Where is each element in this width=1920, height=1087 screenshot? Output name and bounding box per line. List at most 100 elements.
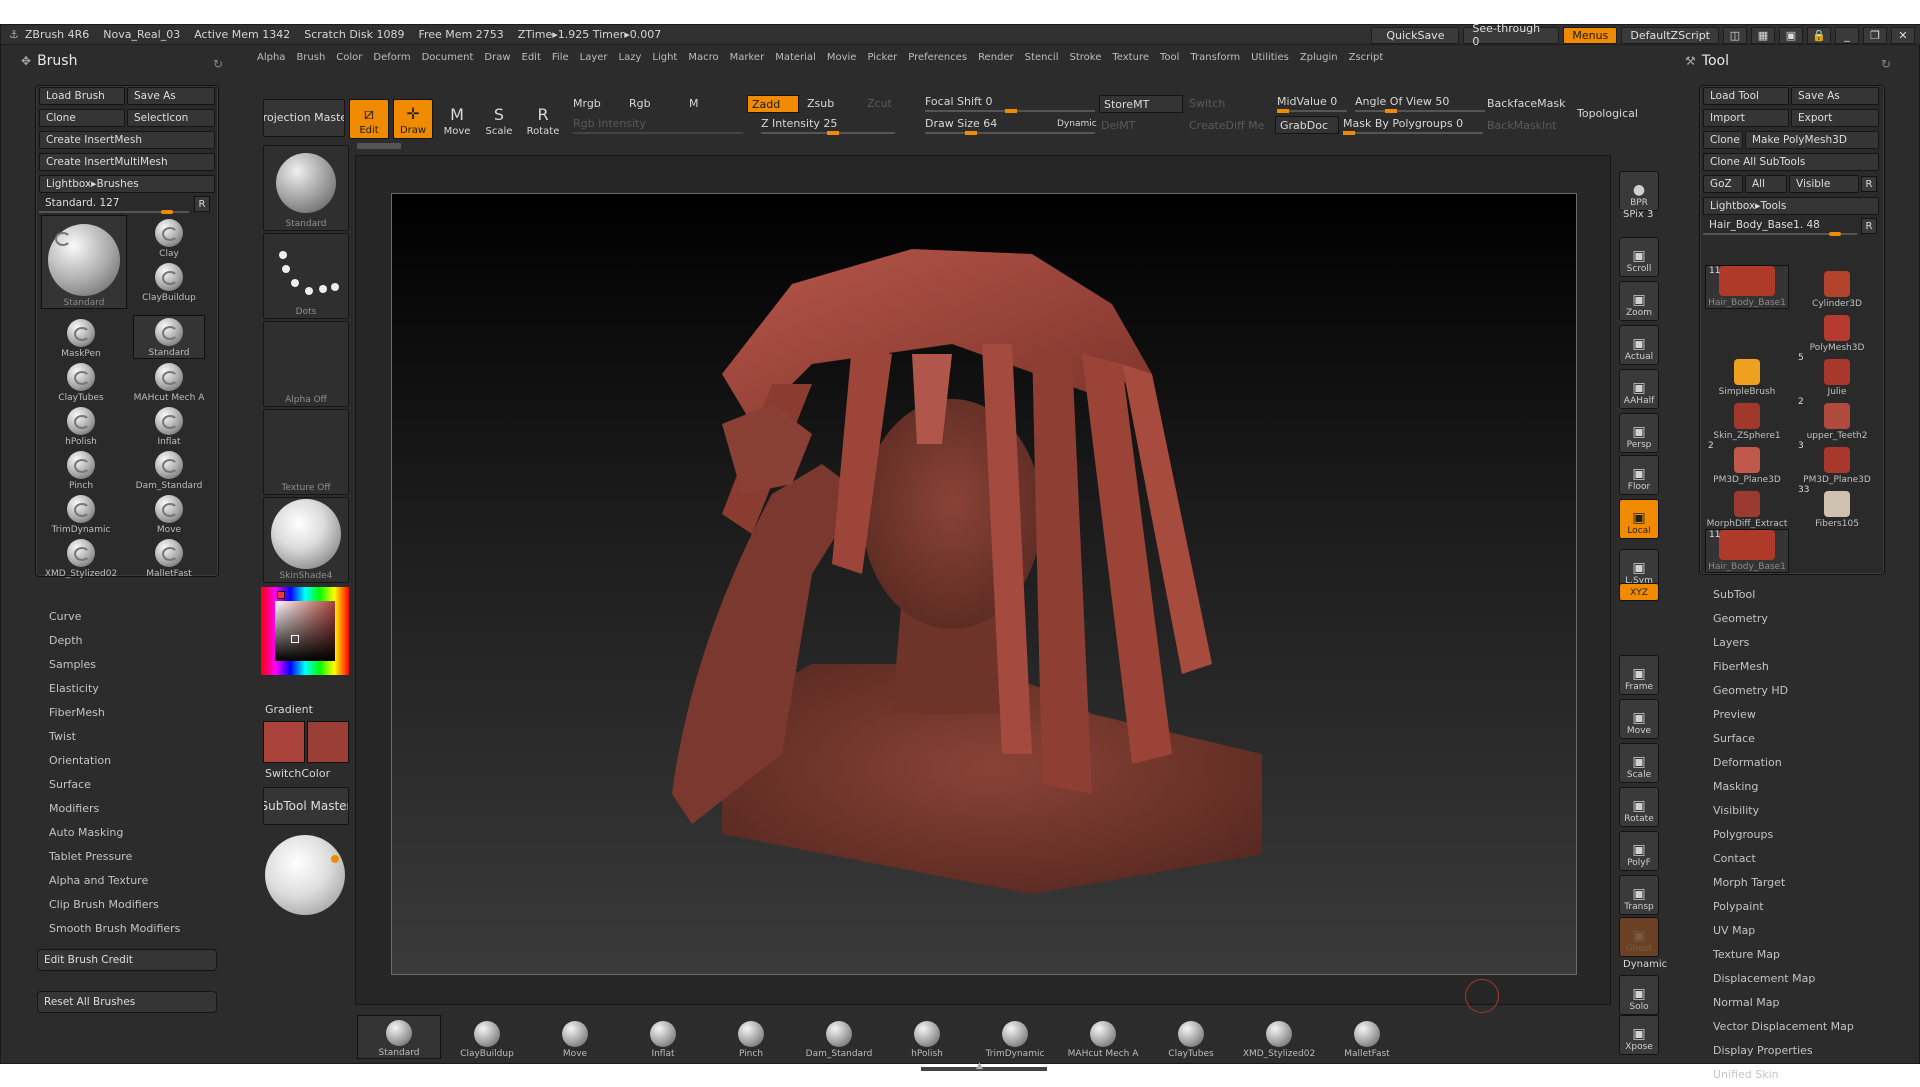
backmaskint-slider[interactable]: BackMaskInt xyxy=(1487,119,1557,132)
see-through-slider[interactable]: See-through 0 xyxy=(1463,22,1560,48)
menu-tool[interactable]: Tool xyxy=(1160,52,1179,63)
stroke-tile[interactable]: Dots xyxy=(263,233,349,319)
tool-tray-icon[interactable]: ⚒ xyxy=(1685,54,1696,68)
nav-transp-button[interactable]: ▣ Transp xyxy=(1619,875,1659,915)
topological-button[interactable]: Topological xyxy=(1577,107,1638,120)
tool-submenu-surface[interactable]: Surface xyxy=(1713,727,1854,751)
brush-item[interactable]: MAHcut Mech A xyxy=(133,359,205,403)
tool-item[interactable]: 3 PM3D_Plane3D xyxy=(1795,441,1879,485)
brush-refresh-icon[interactable]: ↻ xyxy=(213,57,223,71)
visible-button[interactable]: Visible xyxy=(1789,175,1859,193)
brush-item[interactable]: XMD_Stylized02 xyxy=(45,535,117,579)
nav-bpr-button[interactable]: ● BPR xyxy=(1619,171,1659,211)
tool-submenu-unified-skin[interactable]: Unified Skin xyxy=(1713,1063,1854,1087)
storemt-button[interactable]: StoreMT xyxy=(1099,95,1183,113)
menu-preferences[interactable]: Preferences xyxy=(908,52,967,63)
tool-item[interactable]: PolyMesh3D xyxy=(1795,309,1879,353)
tool-submenu-layers[interactable]: Layers xyxy=(1713,631,1854,655)
nav-actual-button[interactable]: ▣ Actual xyxy=(1619,325,1659,365)
mask-by-polygroups-knob[interactable] xyxy=(1343,131,1355,135)
lightbox-tools-button[interactable]: Lightbox▸Tools xyxy=(1703,197,1879,215)
switch-button[interactable]: Switch xyxy=(1189,97,1225,110)
menu-texture[interactable]: Texture xyxy=(1112,52,1149,63)
light-position-icon[interactable] xyxy=(331,855,339,863)
shelf-brush-item[interactable]: XMD_Stylized02 xyxy=(1237,1015,1321,1059)
material-preview-sphere[interactable] xyxy=(265,835,345,915)
menu-movie[interactable]: Movie xyxy=(827,52,857,63)
menu-render[interactable]: Render xyxy=(978,52,1014,63)
projection-master-button[interactable]: Projection Master xyxy=(263,99,345,137)
zsub-button[interactable]: Zsub xyxy=(807,97,834,110)
brush-submenu-modifiers[interactable]: Modifiers xyxy=(49,797,180,821)
brush-submenu-auto-masking[interactable]: Auto Masking xyxy=(49,821,180,845)
shelf-brush-item[interactable]: Move xyxy=(533,1015,617,1059)
goz-button[interactable]: GoZ xyxy=(1703,175,1743,193)
color-picker[interactable] xyxy=(261,587,349,675)
nav-rotate-button[interactable]: ▣ Rotate xyxy=(1619,787,1659,827)
load-brush-button[interactable]: Load Brush xyxy=(39,87,125,105)
z-intensity-bar[interactable] xyxy=(761,131,895,135)
draw-button[interactable]: ✛ Draw xyxy=(393,99,433,139)
shelf-brush-item[interactable]: Standard xyxy=(357,1015,441,1059)
main-color-swatch[interactable] xyxy=(263,721,305,763)
focal-shift-knob[interactable] xyxy=(1005,109,1017,113)
nav-frame-button[interactable]: ▣ Frame xyxy=(1619,655,1659,695)
export-button[interactable]: Export xyxy=(1791,109,1879,127)
nav-scroll-button[interactable]: ▣ Scroll xyxy=(1619,237,1659,277)
current-brush-large[interactable]: Standard xyxy=(41,215,127,309)
window-icon[interactable]: ▣ xyxy=(1779,26,1803,44)
reset-all-brushes-button[interactable]: Reset All Brushes xyxy=(37,991,217,1013)
bottom-shelf-scroll[interactable] xyxy=(921,1067,1047,1071)
brush-item[interactable]: hPolish xyxy=(45,403,117,447)
create-insertmesh-button[interactable]: Create InsertMesh xyxy=(39,131,215,149)
clone-all-subtools-button[interactable]: Clone All SubTools xyxy=(1703,153,1879,171)
shelf-brush-item[interactable]: MAHcut Mech A xyxy=(1061,1015,1145,1059)
color-picker-cursor[interactable] xyxy=(291,635,299,643)
menu-layer[interactable]: Layer xyxy=(580,52,608,63)
tool-submenu-subtool[interactable]: SubTool xyxy=(1713,583,1854,607)
bottom-shelf-arrow-icon[interactable]: ▲ xyxy=(976,1061,983,1071)
rgb-button[interactable]: Rgb xyxy=(629,97,651,110)
tool-submenu-vector-displacement-map[interactable]: Vector Displacement Map xyxy=(1713,1015,1854,1039)
focal-shift-bar[interactable] xyxy=(925,109,1095,113)
tool-clone-button[interactable]: Clone xyxy=(1703,131,1743,149)
brush-item[interactable]: Pinch xyxy=(45,447,117,491)
brush-item[interactable]: Standard xyxy=(133,315,205,359)
backfacemask-button[interactable]: BackfaceMask xyxy=(1487,97,1565,110)
shelf-brush-item[interactable]: Dam_Standard xyxy=(797,1015,881,1059)
menu-document[interactable]: Document xyxy=(422,52,474,63)
alpha-tile[interactable]: Alpha Off xyxy=(263,321,349,407)
brush-submenu-alpha-and-texture[interactable]: Alpha and Texture xyxy=(49,869,180,893)
brush-item[interactable]: Inflat xyxy=(133,403,205,447)
tool-item[interactable]: Skin_ZSphere1 xyxy=(1705,397,1789,441)
menu-deform[interactable]: Deform xyxy=(373,52,410,63)
tool-item[interactable]: 2 upper_Teeth2 xyxy=(1795,397,1879,441)
menu-utilities[interactable]: Utilities xyxy=(1251,52,1289,63)
tool-refresh-icon[interactable]: ↻ xyxy=(1881,57,1891,71)
m-button[interactable]: M xyxy=(689,97,699,110)
rgb-intensity-bar[interactable] xyxy=(573,132,743,134)
nav-label-spix-3[interactable]: SPix 3 xyxy=(1623,209,1653,220)
hue-cursor[interactable] xyxy=(277,591,285,599)
nav-move-button[interactable]: ▣ Move xyxy=(1619,699,1659,739)
edit-button[interactable]: ⧄ Edit xyxy=(349,99,389,139)
shelf-brush-item[interactable]: ClayTubes xyxy=(1149,1015,1233,1059)
menu-lazy[interactable]: Lazy xyxy=(619,52,642,63)
menu-color[interactable]: Color xyxy=(336,52,362,63)
nav-solo-button[interactable]: ▣ Solo xyxy=(1619,975,1659,1015)
lightbox-brushes-button[interactable]: Lightbox▸Brushes xyxy=(39,175,215,193)
nav-scale-button[interactable]: ▣ Scale xyxy=(1619,743,1659,783)
tool-submenu-geometry[interactable]: Geometry xyxy=(1713,607,1854,631)
brush-submenu-orientation[interactable]: Orientation xyxy=(49,749,180,773)
brush-submenu-smooth-brush-modifiers[interactable]: Smooth Brush Modifiers xyxy=(49,917,180,941)
nav-zoom-button[interactable]: ▣ Zoom xyxy=(1619,281,1659,321)
nav-polyf-button[interactable]: ▣ PolyF xyxy=(1619,831,1659,871)
delmt-button[interactable]: DelMT xyxy=(1101,119,1136,132)
midvalue-bar[interactable] xyxy=(1277,109,1347,113)
dynamic-button[interactable]: Dynamic xyxy=(1057,119,1097,129)
canvas-scrollbar-top[interactable] xyxy=(357,143,401,149)
import-button[interactable]: Import xyxy=(1703,109,1789,127)
midvalue-knob[interactable] xyxy=(1277,109,1289,113)
menu-zplugin[interactable]: Zplugin xyxy=(1300,52,1338,63)
angle-of-view-knob[interactable] xyxy=(1385,109,1397,113)
